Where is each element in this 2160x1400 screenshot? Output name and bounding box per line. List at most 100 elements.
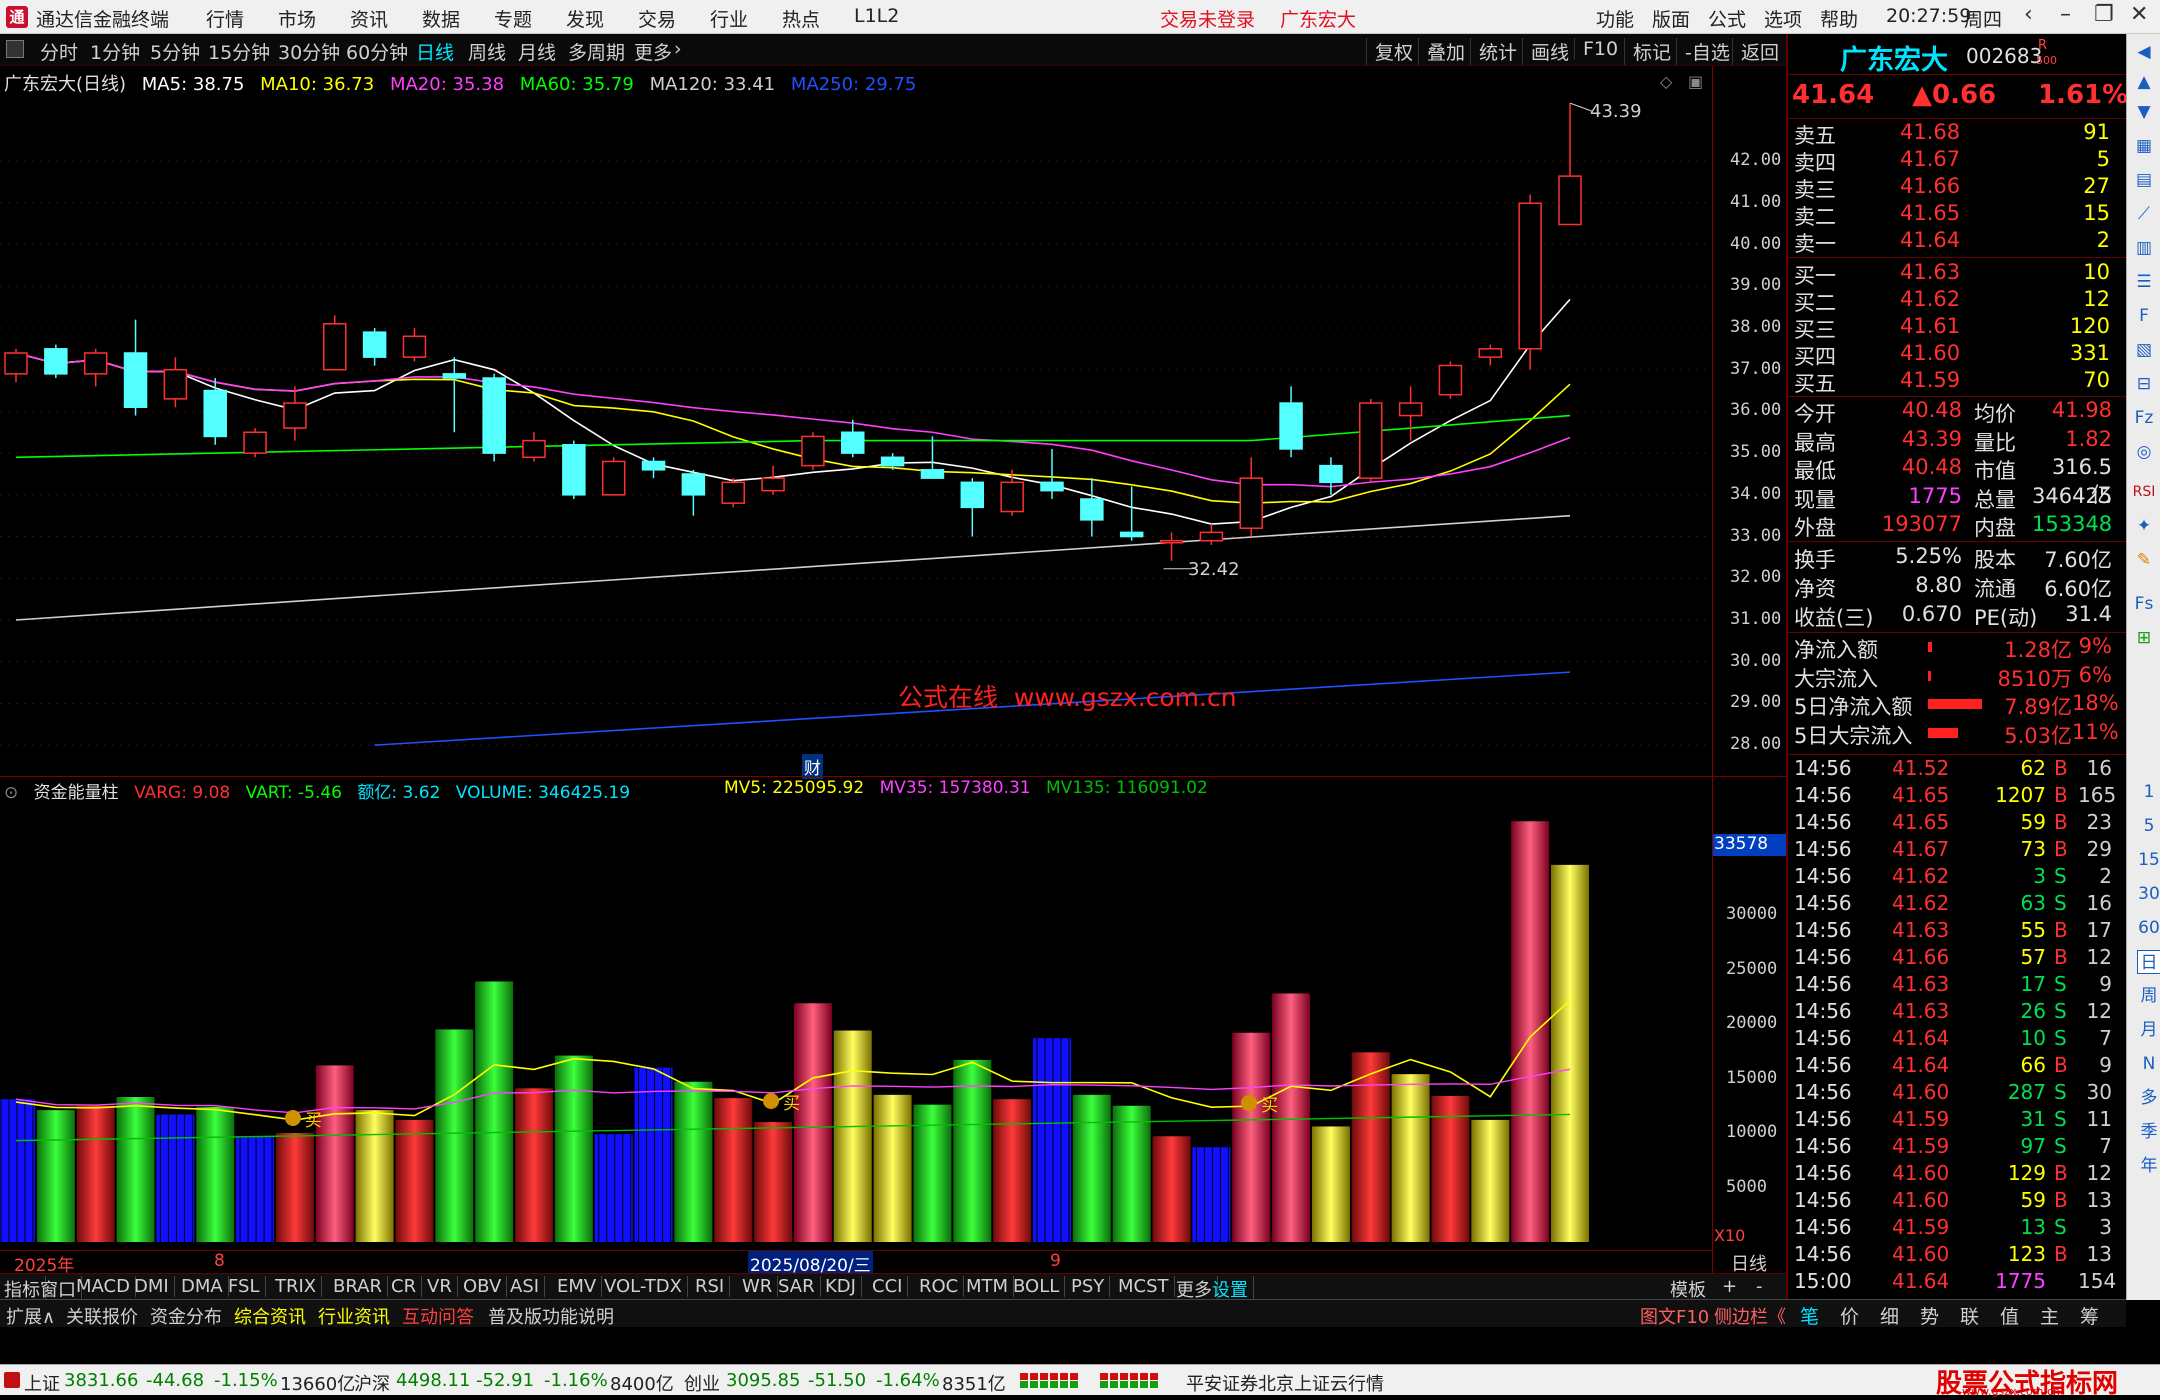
fund-energy-chart[interactable]: ⊙ 资金能量柱 VARG: 9.08 VART: -5.46 额亿: 3.62 … [0,776,1786,1246]
candlestick-chart[interactable]: 广东宏大(日线) MA5: 38.75 MA10: 36.73 MA20: 35… [0,66,1781,779]
index-sh-name[interactable]: 上证 [24,1370,60,1396]
grid-icon[interactable]: ▤ [2132,168,2156,192]
menu-item-shichang[interactable]: 市场 [278,5,316,32]
f10-graphic-button[interactable]: 图文F10 [1640,1303,1709,1329]
zixuan-button[interactable]: -自选 [1676,38,1730,65]
gear-icon[interactable]: ✦ [2132,514,2156,538]
period-weekly[interactable]: 周线 [468,38,506,65]
ext-industry-news[interactable]: 行业资讯 [318,1303,390,1329]
period-shortcut[interactable]: 年 [2137,1154,2160,1178]
doc-icon[interactable]: ▧ [2132,338,2156,362]
indicator-tab[interactable]: SAR [778,1276,821,1297]
indicator-tab[interactable]: EMV [557,1276,603,1297]
panel-toggle-icon[interactable] [6,40,24,58]
menu-item-gongshi[interactable]: 公式 [1708,5,1746,32]
pane-collapse-icon[interactable]: ⊙ [4,783,18,803]
quote-tab[interactable]: 细 [1880,1302,1899,1329]
ext-expand[interactable]: 扩展∧ [6,1303,55,1329]
period-daily[interactable]: 日线 [416,38,454,65]
indicator-tab[interactable]: BOLL [1013,1276,1066,1297]
add-pane-button[interactable]: + [1722,1276,1737,1297]
biaoji-button[interactable]: 标记 [1624,38,1671,65]
menu-item-hangye[interactable]: 行业 [710,5,748,32]
period-shortcut[interactable]: N [2137,1052,2160,1076]
huaxian-button[interactable]: 画线 [1522,38,1569,65]
nav-back-icon[interactable]: ‹ [2024,2,2033,27]
sidebar-toggle[interactable]: 侧边栏《 [1714,1303,1786,1329]
menu-item-zixun[interactable]: 资讯 [350,5,388,32]
indicator-tab[interactable]: ROC [919,1276,965,1297]
indicator-tab[interactable]: TRIX [275,1276,323,1297]
diamond-icon[interactable]: ◇ [1660,72,1672,91]
indicator-tab[interactable]: ASI [510,1276,546,1297]
list-icon[interactable]: ☰ [2132,270,2156,294]
indicator-tab[interactable]: MACD [76,1276,136,1297]
fz-icon[interactable]: Fz [2132,406,2156,430]
tongji-button[interactable]: 统计 [1470,38,1517,65]
arrow-down-icon[interactable]: ▼ [2132,100,2156,124]
ext-qa[interactable]: 互动问答 [402,1303,474,1329]
fio-icon[interactable]: F [2132,304,2156,328]
menu-item-banmian[interactable]: 版面 [1652,5,1690,32]
period-shortcut[interactable]: 多 [2137,1086,2160,1110]
ext-general-news[interactable]: 综合资讯 [234,1303,306,1329]
minimize-icon[interactable]: – [2060,2,2071,27]
restore-icon[interactable]: ❐ [2094,2,2114,27]
index-hs-name[interactable]: 沪深 [354,1370,390,1396]
quote-tab[interactable]: 笔 [1800,1302,1819,1329]
menu-item-gongneng[interactable]: 功能 [1596,5,1634,32]
chevron-right-icon[interactable]: › [674,38,682,60]
period-shortcut[interactable]: 季 [2137,1120,2160,1144]
period-60min[interactable]: 60分钟 [346,38,408,65]
ext-help[interactable]: 普及版功能说明 [488,1303,614,1329]
quote-tab[interactable]: 势 [1920,1302,1939,1329]
bar-icon[interactable]: ▥ [2132,236,2156,260]
period-30min[interactable]: 30分钟 [278,38,340,65]
f10-icon[interactable]: ⊟ [2132,372,2156,396]
menu-item-bangzhu[interactable]: 帮助 [1820,5,1858,32]
period-shortcut[interactable]: 15 [2137,848,2160,872]
menu-item-hangqing[interactable]: 行情 [206,5,244,32]
period-monthly[interactable]: 月线 [518,38,556,65]
indicator-tab[interactable]: DMA [181,1276,229,1297]
diejia-button[interactable]: 叠加 [1418,38,1465,65]
pencil-icon[interactable]: ✎ [2132,548,2156,572]
indicator-tab[interactable]: MTM [966,1276,1015,1297]
arrow-up-icon[interactable]: ▲ [2132,70,2156,94]
period-more[interactable]: 更多 [634,38,672,65]
trade-login-status[interactable]: 交易未登录 [1160,5,1255,32]
menu-item-redian[interactable]: 热点 [782,5,820,32]
target-icon[interactable]: ◎ [2132,440,2156,464]
quote-tab[interactable]: 主 [2040,1302,2059,1329]
indicator-tab[interactable]: MCST [1118,1276,1175,1297]
fuquan-button[interactable]: 复权 [1366,38,1413,65]
indicator-tab[interactable]: CR [391,1276,423,1297]
indicator-tab[interactable]: FSL [228,1276,266,1297]
chart-icon[interactable]: ▦ [2132,134,2156,158]
period-5min[interactable]: 5分钟 [150,38,200,65]
period-shortcut[interactable]: 30 [2137,882,2160,906]
excel-icon[interactable]: ⊞ [2132,626,2156,650]
period-multi[interactable]: 多周期 [568,38,625,65]
quote-tab[interactable]: 筹 [2080,1302,2099,1329]
period-shortcut[interactable]: 日 [2137,950,2160,974]
indicator-tab[interactable]: OBV [463,1276,508,1297]
indicator-tab[interactable]: VR [427,1276,458,1297]
indicator-tab[interactable]: CCI [872,1276,909,1297]
menu-item-faxian[interactable]: 发现 [566,5,604,32]
ext-fund-distribution[interactable]: 资金分布 [150,1303,222,1329]
quote-tab[interactable]: 值 [2000,1302,2019,1329]
fanhui-button[interactable]: 返回 [1732,38,1779,65]
ext-related-quote[interactable]: 关联报价 [66,1303,138,1329]
period-fenshi[interactable]: 分时 [40,38,78,65]
indicator-tab[interactable]: DMI [134,1276,175,1297]
pane-close-icon[interactable]: ▣ [1688,72,1703,91]
index-cy-name[interactable]: 创业 [684,1370,720,1396]
menu-item-shuju[interactable]: 数据 [422,5,460,32]
rsi-icon[interactable]: RSI [2132,480,2156,504]
period-shortcut[interactable]: 周 [2137,984,2160,1008]
period-shortcut[interactable]: 月 [2137,1018,2160,1042]
menu-item-xuanxiang[interactable]: 选项 [1764,5,1802,32]
indicator-tab[interactable]: VOL-TDX [604,1276,688,1297]
remove-pane-button[interactable]: - [1756,1276,1763,1297]
